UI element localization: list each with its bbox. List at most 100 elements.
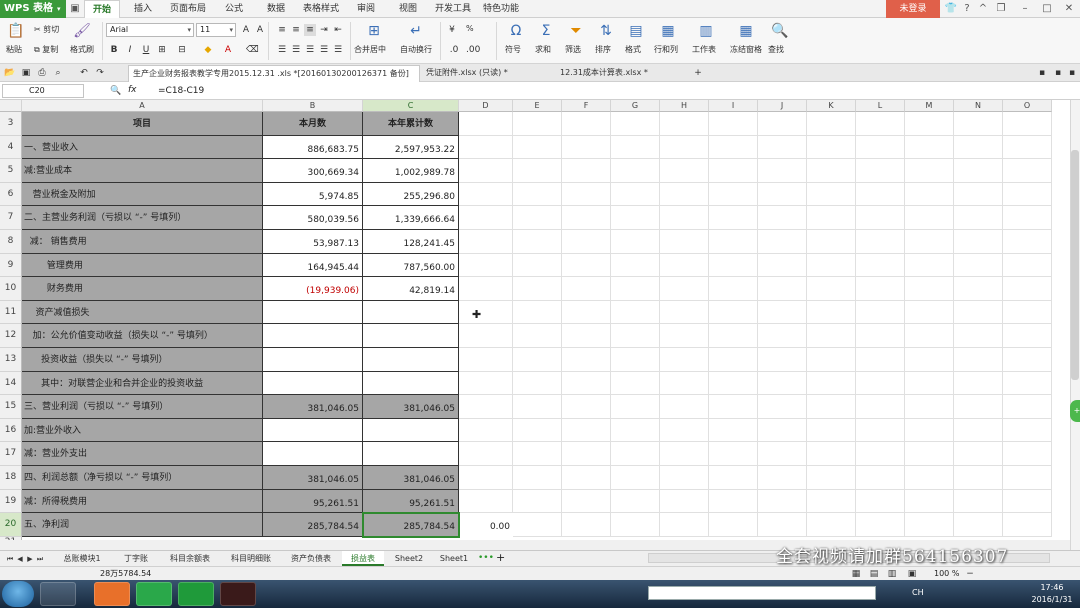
- new-tab-icon[interactable]: +: [692, 67, 704, 79]
- empty-cell[interactable]: [856, 324, 905, 348]
- empty-cell[interactable]: [954, 230, 1003, 254]
- empty-cell[interactable]: [807, 253, 856, 278]
- empty-cell[interactable]: [660, 418, 709, 443]
- row-header[interactable]: 5: [0, 159, 22, 183]
- empty-cell[interactable]: [709, 513, 758, 537]
- column-header-b[interactable]: B: [263, 100, 363, 112]
- empty-cell[interactable]: [611, 206, 660, 230]
- row-label-cell[interactable]: 减:营业成本: [22, 159, 263, 183]
- tab-scroll-icon[interactable]: ▪: [1066, 67, 1078, 79]
- empty-cell[interactable]: [459, 418, 513, 443]
- empty-cell[interactable]: [611, 112, 660, 136]
- row-header[interactable]: 7: [0, 206, 22, 230]
- empty-cell[interactable]: [807, 324, 856, 348]
- empty-cell[interactable]: [562, 324, 611, 348]
- empty-cell[interactable]: [611, 159, 660, 183]
- paste-icon[interactable]: 📋: [2, 22, 30, 40]
- empty-cell[interactable]: [660, 230, 709, 254]
- merge-center-icon[interactable]: ⊞: [360, 22, 388, 40]
- open-folder-icon[interactable]: 📂: [4, 67, 16, 79]
- empty-cell[interactable]: [709, 230, 758, 254]
- empty-cell[interactable]: [856, 206, 905, 230]
- row-label-cell[interactable]: 二、主营业务利润（亏损以 “-” 号填列）: [22, 206, 263, 230]
- empty-cell[interactable]: [459, 324, 513, 348]
- empty-cell[interactable]: [905, 348, 954, 372]
- empty-cell[interactable]: [660, 489, 709, 514]
- row-label-cell[interactable]: 投资收益（损失以 “-” 号填列）: [22, 348, 263, 372]
- empty-cell[interactable]: [709, 112, 758, 136]
- taskbar-app-spreadsheet[interactable]: [178, 582, 214, 606]
- empty-cell[interactable]: [459, 277, 513, 301]
- column-header-f[interactable]: F: [562, 100, 611, 112]
- sheet-tab[interactable]: 损益表: [342, 551, 384, 566]
- empty-cell[interactable]: [562, 466, 611, 490]
- column-header-g[interactable]: G: [611, 100, 660, 112]
- empty-cell[interactable]: [459, 182, 513, 207]
- empty-cell[interactable]: [807, 442, 856, 466]
- empty-cell[interactable]: [660, 442, 709, 466]
- ytd-value-cell[interactable]: 2,597,953.22: [363, 135, 459, 160]
- empty-cell[interactable]: [513, 135, 562, 160]
- empty-cell[interactable]: [562, 135, 611, 160]
- month-value-cell[interactable]: [263, 348, 363, 372]
- fx-icon[interactable]: fx: [128, 85, 137, 95]
- empty-cell[interactable]: [758, 371, 807, 396]
- empty-cell[interactable]: [562, 395, 611, 419]
- print-icon[interactable]: ⎙: [36, 67, 48, 79]
- empty-cell[interactable]: [611, 277, 660, 301]
- empty-cell[interactable]: [660, 324, 709, 348]
- worksheet-grid[interactable]: A B C D E F G H I J K L M N O 3 项目 本月数 本年累计数 4 一、营业收入 886,683…: [0, 100, 1070, 540]
- sheet-tab[interactable]: 科目明细账: [222, 551, 280, 566]
- empty-cell[interactable]: [709, 466, 758, 490]
- empty-cell[interactable]: [905, 159, 954, 183]
- tab-developer[interactable]: 开发工具: [430, 0, 476, 18]
- sheet-tab[interactable]: 资产负债表: [284, 551, 338, 566]
- empty-cell[interactable]: [905, 112, 954, 136]
- empty-cell[interactable]: [1003, 112, 1052, 136]
- empty-cell[interactable]: [758, 277, 807, 301]
- panel-icon[interactable]: ▪: [1036, 67, 1048, 79]
- font-color-icon[interactable]: A: [222, 44, 234, 56]
- empty-cell[interactable]: [513, 159, 562, 183]
- empty-cell[interactable]: [758, 112, 807, 136]
- sum-button[interactable]: 求和: [535, 44, 551, 55]
- empty-cell[interactable]: [611, 182, 660, 207]
- undo-icon[interactable]: ↶: [78, 67, 90, 79]
- empty-cell[interactable]: [1003, 300, 1052, 325]
- empty-cell[interactable]: [807, 348, 856, 372]
- empty-cell[interactable]: [611, 513, 660, 537]
- row-label-cell[interactable]: 其中：对联营企业和合并企业的投资收益: [22, 371, 263, 396]
- empty-cell[interactable]: [1003, 395, 1052, 419]
- month-value-cell[interactable]: 5,974.85: [263, 182, 363, 207]
- ytd-value-cell[interactable]: [363, 348, 459, 372]
- empty-cell[interactable]: [1003, 159, 1052, 183]
- bold-icon[interactable]: B: [108, 44, 120, 56]
- sheet-tab[interactable]: 总账模块1: [54, 551, 110, 566]
- empty-cell[interactable]: [905, 442, 954, 466]
- border-icon[interactable]: ⊞: [156, 44, 168, 56]
- row-label-cell[interactable]: 减： 销售费用: [22, 230, 263, 254]
- empty-cell[interactable]: [954, 135, 1003, 160]
- header-item-cell[interactable]: 项目: [22, 112, 263, 136]
- empty-cell[interactable]: [856, 159, 905, 183]
- empty-cell[interactable]: [611, 371, 660, 396]
- empty-cell[interactable]: [611, 348, 660, 372]
- month-value-cell[interactable]: [263, 300, 363, 325]
- start-button[interactable]: [2, 581, 34, 607]
- empty-cell[interactable]: [513, 182, 562, 207]
- empty-cell[interactable]: [562, 253, 611, 278]
- tab-formula[interactable]: 公式: [218, 0, 250, 18]
- page-layout-icon[interactable]: ▤: [868, 568, 880, 580]
- empty-cell[interactable]: [709, 348, 758, 372]
- empty-cell[interactable]: [954, 489, 1003, 514]
- fill-color-icon[interactable]: ◆: [202, 44, 214, 56]
- empty-cell[interactable]: [1003, 513, 1052, 537]
- format-painter-button[interactable]: 格式刷: [70, 44, 94, 55]
- empty-cell[interactable]: [660, 371, 709, 396]
- empty-cell[interactable]: [513, 300, 562, 325]
- row-header[interactable]: 3: [0, 112, 22, 136]
- empty-cell[interactable]: [562, 300, 611, 325]
- taskbar-app-recorder[interactable]: [220, 582, 256, 606]
- column-header-m[interactable]: M: [905, 100, 954, 112]
- empty-cell[interactable]: [807, 206, 856, 230]
